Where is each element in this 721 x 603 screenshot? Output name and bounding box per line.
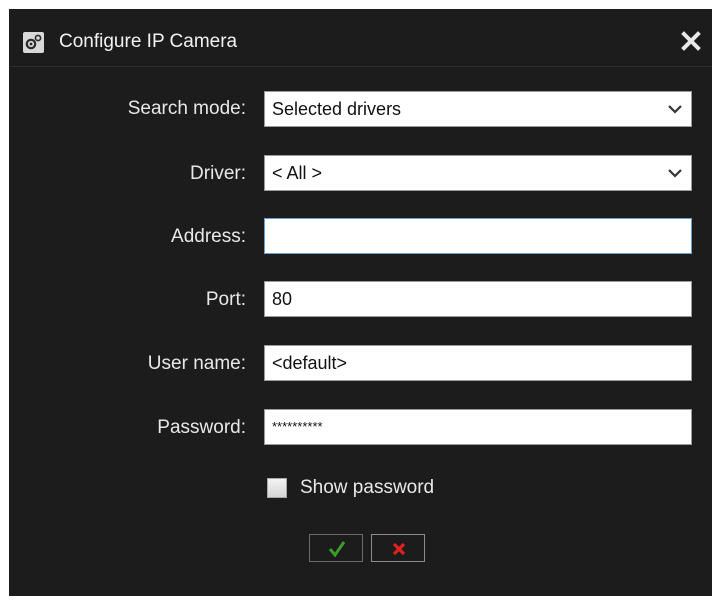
configure-ip-camera-dialog: Configure IP Camera Search mode: Selecte… <box>9 9 712 596</box>
driver-select[interactable]: < All > <box>264 155 692 191</box>
chevron-down-icon <box>668 105 682 114</box>
title-bar: Configure IP Camera <box>9 9 712 67</box>
password-value: ********** <box>272 419 323 434</box>
password-label: Password: <box>157 417 246 438</box>
user-name-input[interactable]: <default> <box>264 345 692 381</box>
user-name-label: User name: <box>147 353 246 374</box>
camera-settings-icon <box>23 32 44 53</box>
driver-label: Driver: <box>190 163 246 184</box>
ok-button[interactable] <box>309 534 363 562</box>
close-icon[interactable] <box>680 30 702 52</box>
x-icon <box>392 542 406 556</box>
search-mode-value: Selected drivers <box>272 99 402 119</box>
show-password-checkbox[interactable] <box>267 478 287 498</box>
search-mode-select[interactable]: Selected drivers <box>264 91 692 127</box>
checkmark-icon <box>328 541 346 558</box>
dialog-title: Configure IP Camera <box>59 31 238 52</box>
port-value: 80 <box>272 289 293 309</box>
driver-value: < All > <box>272 163 323 183</box>
port-label: Port: <box>205 289 246 310</box>
address-input[interactable] <box>264 218 692 254</box>
password-input[interactable]: ********** <box>264 409 692 445</box>
search-mode-label: Search mode: <box>127 98 246 119</box>
cancel-button[interactable] <box>371 534 425 562</box>
port-input[interactable]: 80 <box>264 281 692 317</box>
user-name-value: <default> <box>272 353 348 373</box>
chevron-down-icon <box>668 169 682 178</box>
show-password-label[interactable]: Show password <box>300 476 434 500</box>
address-label: Address: <box>171 226 246 247</box>
